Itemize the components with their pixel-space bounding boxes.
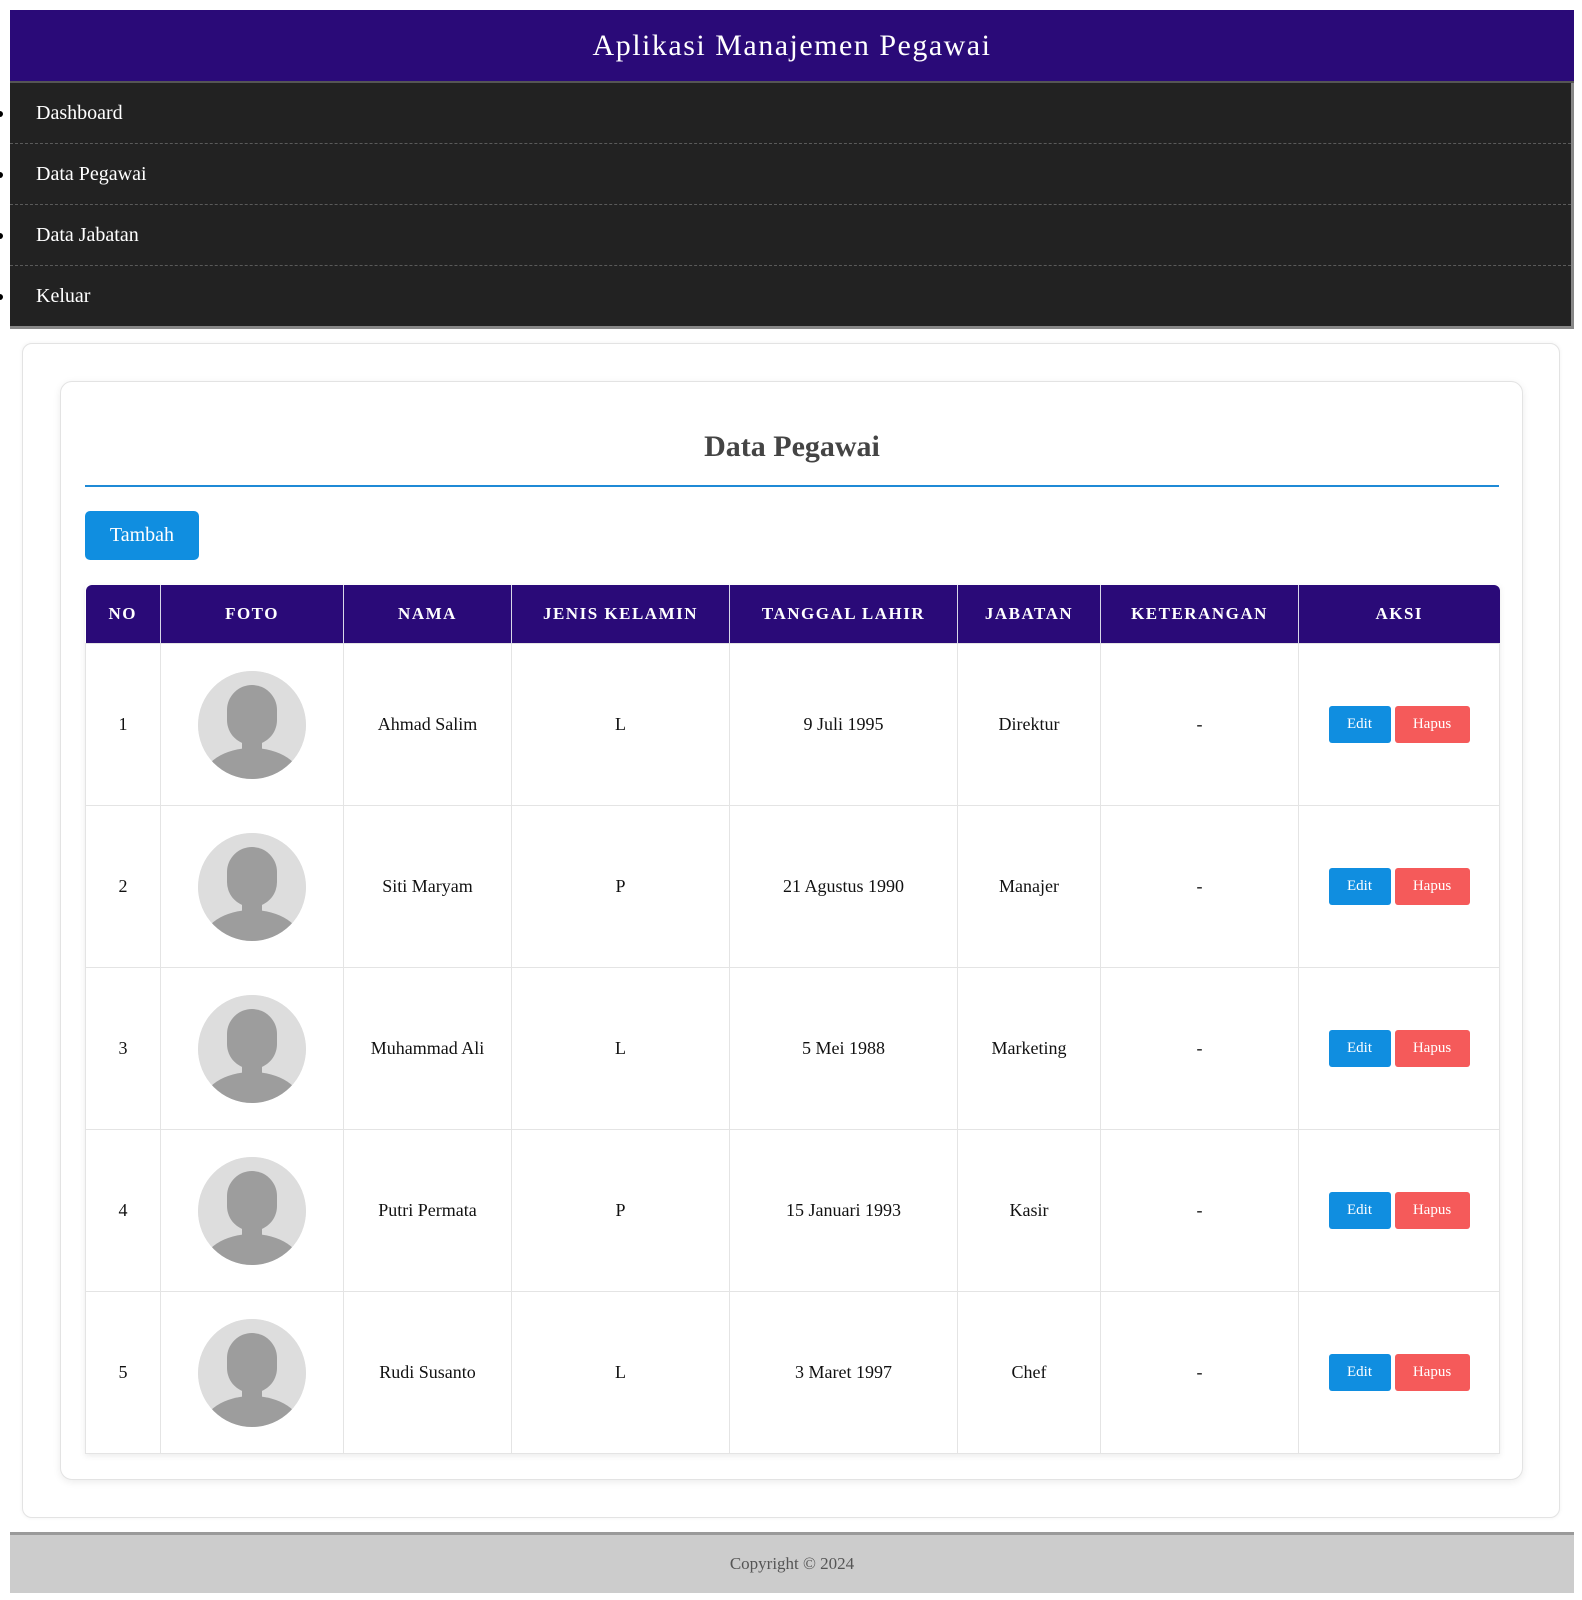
edit-button[interactable]: Edit [1328, 868, 1391, 905]
nav-item-dashboard[interactable]: Dashboard [0, 83, 1571, 144]
cell-tanggal-lahir: 3 Maret 1997 [729, 1291, 958, 1454]
delete-button[interactable]: Hapus [1394, 1192, 1470, 1229]
title-divider [85, 485, 1499, 487]
page-title: Data Pegawai [704, 430, 880, 463]
cell-keterangan: - [1100, 967, 1299, 1130]
cell-no: 4 [85, 1129, 161, 1292]
cell-nama: Siti Maryam [343, 805, 512, 968]
header-keterangan[interactable]: KETERANGAN [1100, 585, 1299, 644]
nav-item-label: Data Pegawai [36, 162, 147, 185]
cell-jabatan: Manajer [957, 805, 1101, 968]
nav-menu: Dashboard Data Pegawai Data Jabatan Kelu… [0, 83, 1574, 329]
cell-jenis-kelamin: L [511, 643, 730, 806]
cell-jenis-kelamin: P [511, 1129, 730, 1292]
table-row: 1 Ahmad Salim L 9 Juli 1995 Direktur - E… [85, 643, 1500, 806]
cell-jabatan: Chef [957, 1291, 1101, 1454]
cell-jenis-kelamin: P [511, 805, 730, 968]
cell-jenis-kelamin: L [511, 1291, 730, 1454]
nav-item-label: Dashboard [36, 101, 123, 124]
cell-no: 3 [85, 967, 161, 1130]
cell-aksi: Edit Hapus [1298, 1129, 1500, 1292]
table-row: 4 Putri Permata P 15 Januari 1993 Kasir … [85, 1129, 1500, 1292]
user-placeholder-icon [198, 1318, 306, 1427]
table-row: 3 Muhammad Ali L 5 Mei 1988 Marketing - … [85, 967, 1500, 1130]
footer: Copyright © 2024 [10, 1532, 1574, 1593]
edit-button[interactable]: Edit [1328, 706, 1391, 743]
delete-button[interactable]: Hapus [1394, 868, 1470, 905]
cell-foto [160, 643, 344, 806]
nav-item-keluar[interactable]: Keluar [0, 266, 1571, 327]
cell-keterangan: - [1100, 1291, 1299, 1454]
header-tanggal-lahir[interactable]: TANGGAL LAHIR [729, 585, 958, 644]
cell-tanggal-lahir: 15 Januari 1993 [729, 1129, 958, 1292]
cell-aksi: Edit Hapus [1298, 805, 1500, 968]
header-nama[interactable]: NAMA [343, 585, 512, 644]
user-placeholder-icon [198, 832, 306, 941]
delete-button[interactable]: Hapus [1394, 1354, 1470, 1391]
nav-item-data-jabatan[interactable]: Data Jabatan [0, 205, 1571, 266]
cell-aksi: Edit Hapus [1298, 1291, 1500, 1454]
edit-button[interactable]: Edit [1328, 1354, 1391, 1391]
nav-item-data-pegawai[interactable]: Data Pegawai [0, 144, 1571, 205]
cell-keterangan: - [1100, 1129, 1299, 1292]
cell-jabatan: Direktur [957, 643, 1101, 806]
nav-item-label: Data Jabatan [36, 223, 139, 246]
cell-nama: Putri Permata [343, 1129, 512, 1292]
user-placeholder-icon [198, 670, 306, 779]
cell-jabatan: Kasir [957, 1129, 1101, 1292]
cell-no: 2 [85, 805, 161, 968]
header-no[interactable]: NO [85, 585, 161, 644]
cell-tanggal-lahir: 21 Agustus 1990 [729, 805, 958, 968]
cell-foto [160, 967, 344, 1130]
user-placeholder-icon [198, 994, 306, 1103]
delete-button[interactable]: Hapus [1394, 706, 1470, 743]
copyright-text: Copyright © 2024 [729, 1554, 855, 1573]
table-header-row: NO FOTO NAMA JENIS KELAMIN TANGGAL LAHIR… [85, 585, 1500, 644]
add-button[interactable]: Tambah [85, 511, 199, 560]
cell-aksi: Edit Hapus [1298, 643, 1500, 806]
table-row: 5 Rudi Susanto L 3 Maret 1997 Chef - Edi… [85, 1291, 1500, 1454]
cell-foto [160, 1129, 344, 1292]
cell-foto [160, 805, 344, 968]
employee-table: NO FOTO NAMA JENIS KELAMIN TANGGAL LAHIR… [85, 585, 1500, 1454]
cell-foto [160, 1291, 344, 1454]
cell-nama: Ahmad Salim [343, 643, 512, 806]
cell-keterangan: - [1100, 643, 1299, 806]
app-title: Aplikasi Manajemen Pegawai [592, 28, 992, 62]
cell-aksi: Edit Hapus [1298, 967, 1500, 1130]
header-jenis-kelamin[interactable]: JENIS KELAMIN [511, 585, 730, 644]
cell-tanggal-lahir: 9 Juli 1995 [729, 643, 958, 806]
cell-jabatan: Marketing [957, 967, 1101, 1130]
delete-button[interactable]: Hapus [1394, 1030, 1470, 1067]
header-foto[interactable]: FOTO [160, 585, 344, 644]
header-jabatan[interactable]: JABATAN [957, 585, 1101, 644]
table-row: 2 Siti Maryam P 21 Agustus 1990 Manajer … [85, 805, 1500, 968]
header-aksi[interactable]: AKSI [1298, 585, 1500, 644]
cell-keterangan: - [1100, 805, 1299, 968]
edit-button[interactable]: Edit [1328, 1030, 1391, 1067]
nav-item-label: Keluar [36, 285, 91, 307]
cell-nama: Rudi Susanto [343, 1291, 512, 1454]
cell-tanggal-lahir: 5 Mei 1988 [729, 967, 958, 1130]
cell-nama: Muhammad Ali [343, 967, 512, 1130]
cell-no: 5 [85, 1291, 161, 1454]
cell-jenis-kelamin: L [511, 967, 730, 1130]
app-header: Aplikasi Manajemen Pegawai [10, 10, 1574, 83]
cell-no: 1 [85, 643, 161, 806]
user-placeholder-icon [198, 1156, 306, 1265]
edit-button[interactable]: Edit [1328, 1192, 1391, 1229]
